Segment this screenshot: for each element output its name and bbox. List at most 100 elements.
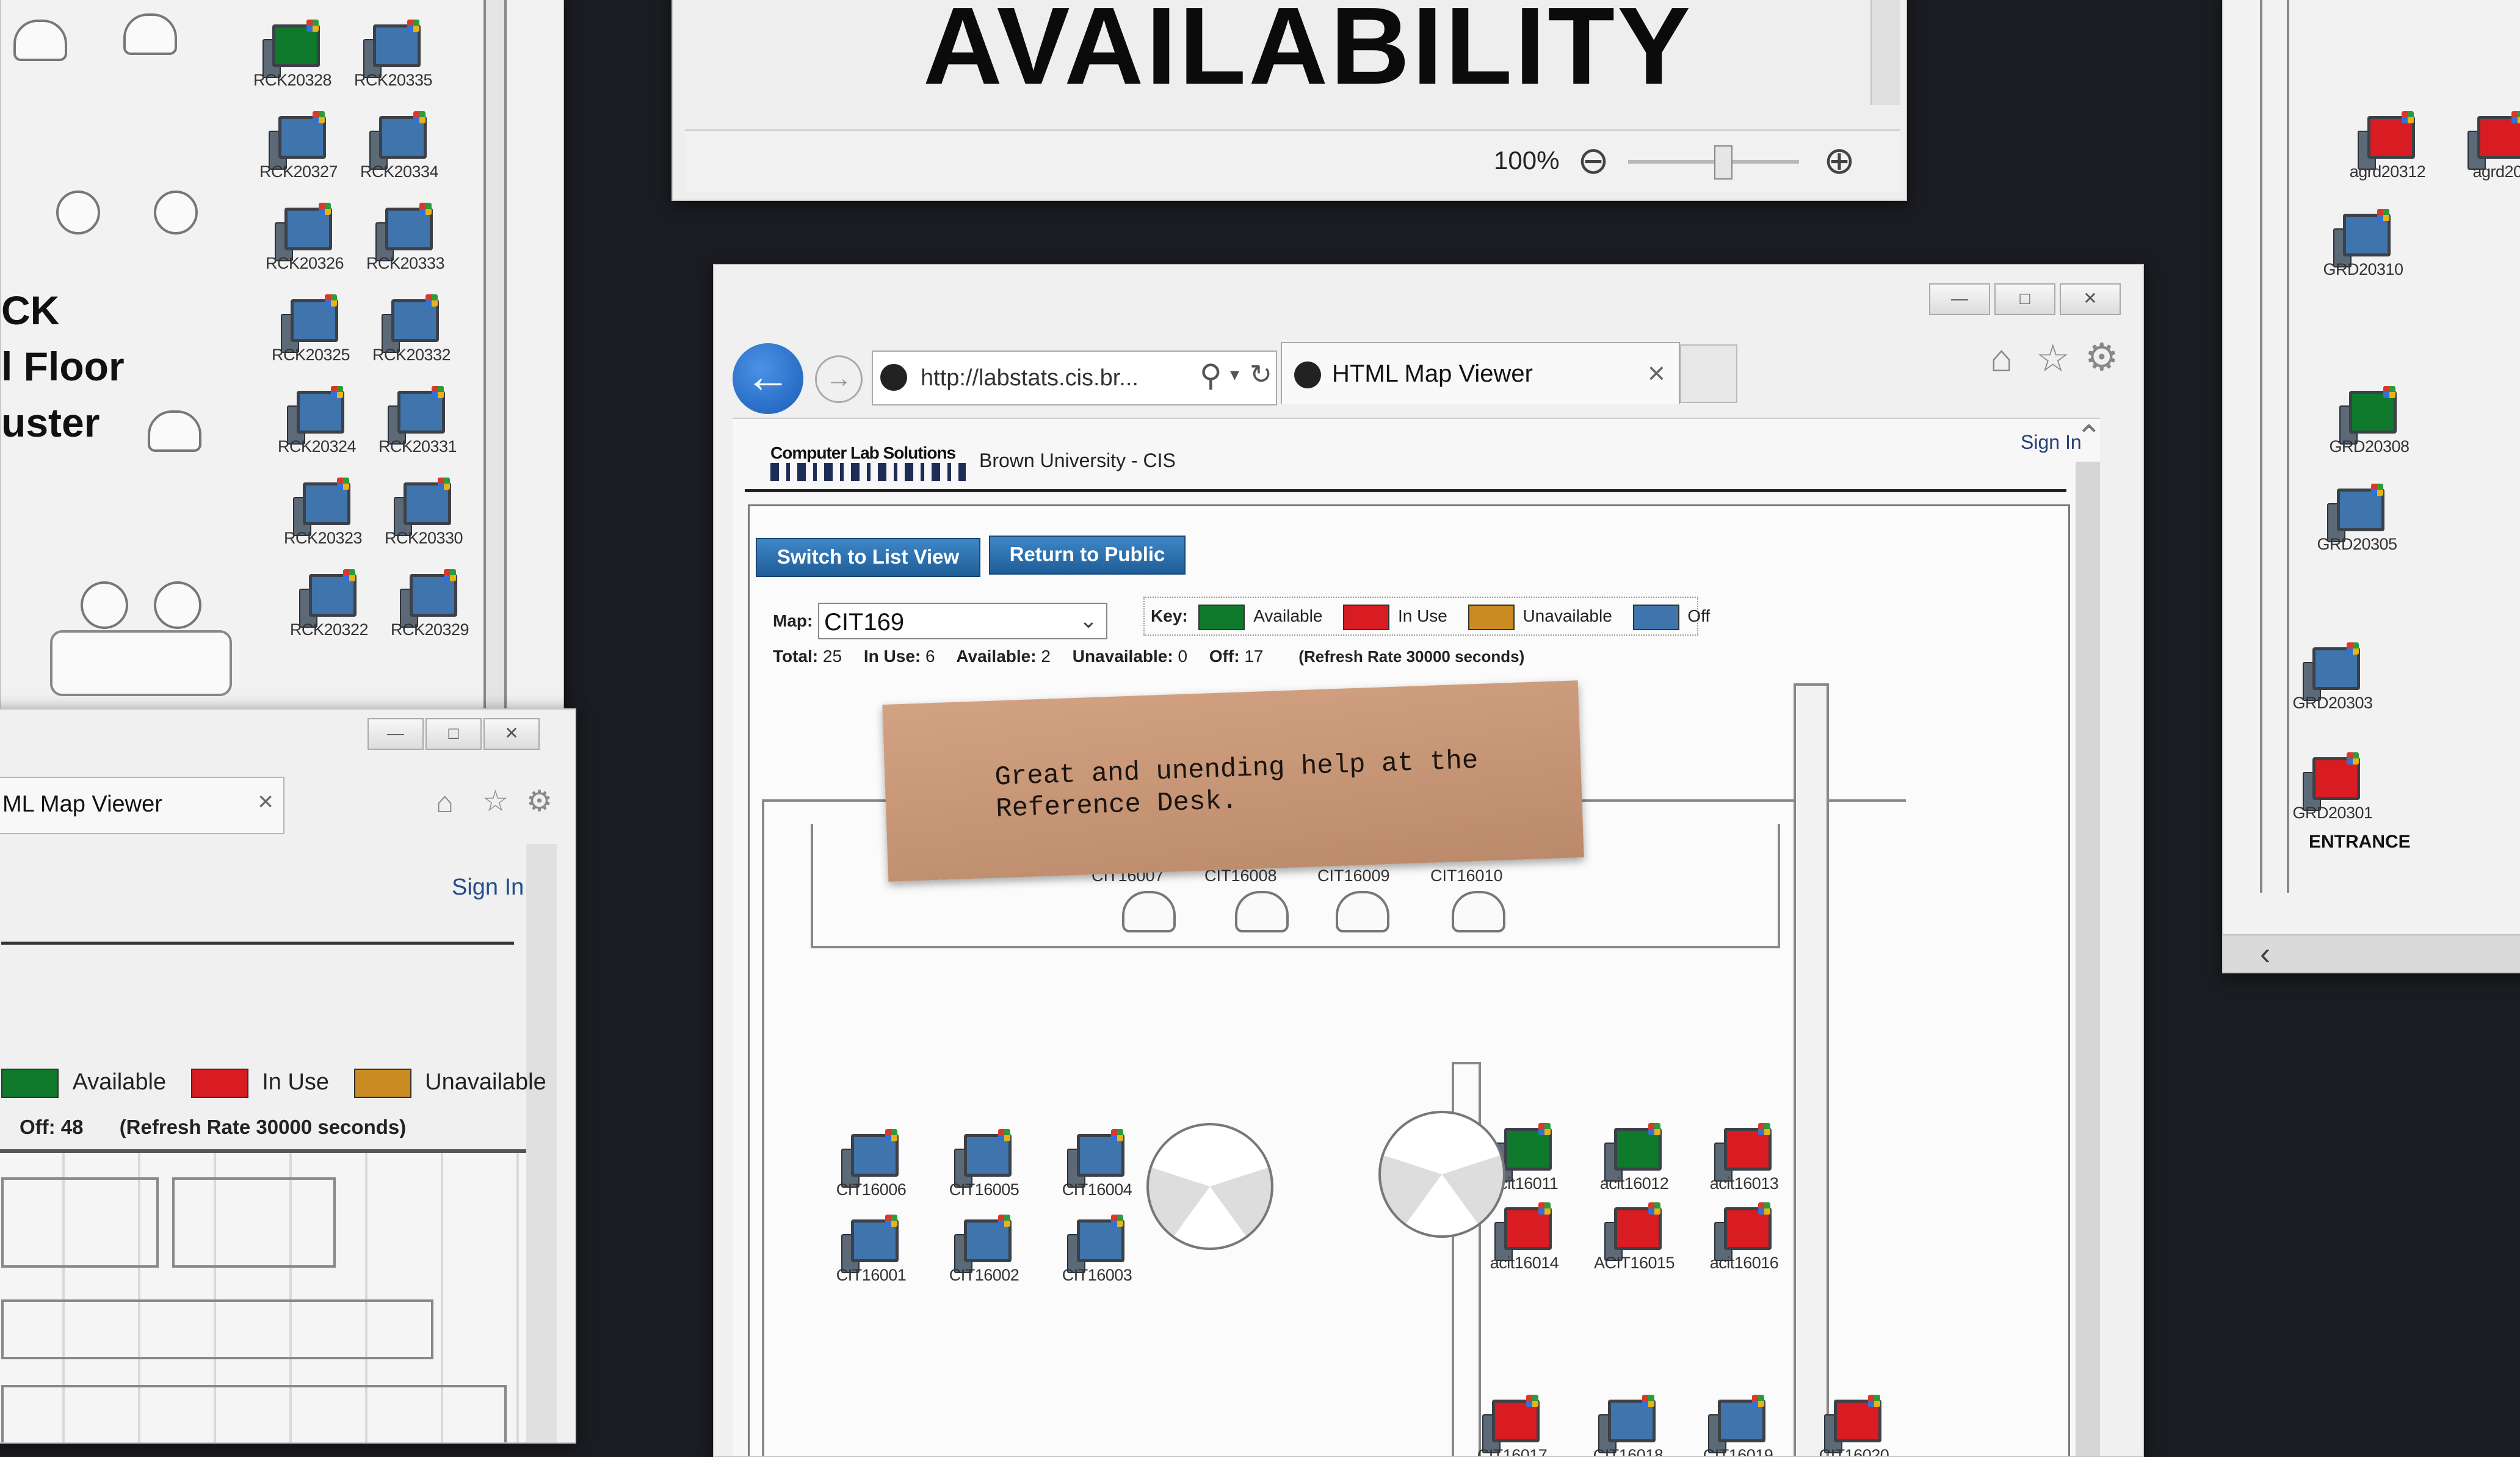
computer-station[interactable]: acit16016 <box>1710 1202 1779 1274</box>
computer-station[interactable]: CIT16004 <box>1062 1129 1132 1201</box>
computer-station[interactable]: RCK20330 <box>385 478 463 550</box>
tab-close-icon[interactable]: × <box>1648 355 1665 391</box>
computer-station[interactable]: RCK20326 <box>266 203 344 275</box>
tab-close-icon[interactable]: × <box>258 787 273 817</box>
maximize-button[interactable]: □ <box>425 718 482 750</box>
legend-available-label: Available <box>72 1069 167 1095</box>
computer-station[interactable]: CIT16019 <box>1703 1395 1773 1456</box>
favorites-icon[interactable]: ☆ <box>2036 336 2070 380</box>
settings-icon[interactable]: ⚙ <box>526 784 552 818</box>
computer-station[interactable]: GRD20303 <box>2292 642 2373 714</box>
station-label: CIT16001 <box>836 1266 907 1284</box>
computer-station[interactable]: CIT16003 <box>1062 1215 1132 1287</box>
settings-icon[interactable]: ⚙ <box>2085 335 2119 379</box>
computer-station[interactable]: RCK20334 <box>360 111 439 183</box>
availability-scrollbar[interactable] <box>1870 0 1900 105</box>
computer-station[interactable]: RCK20332 <box>372 294 451 366</box>
legend-row: Available In Use Unavailable <box>1 1069 546 1098</box>
computer-station[interactable]: CIT16002 <box>949 1215 1019 1287</box>
switch-to-list-view-button[interactable]: Switch to List View <box>756 538 980 577</box>
chevron-down-icon[interactable]: ⌄ <box>1079 608 1098 633</box>
dropdown-icon[interactable]: ▾ <box>1230 364 1239 385</box>
legend-in-use-label: In Use <box>1397 606 1447 625</box>
station-label: CIT16006 <box>836 1180 907 1199</box>
collapse-icon[interactable]: ⌃ <box>2076 419 2102 456</box>
computer-station[interactable]: GRD20305 <box>2317 484 2397 556</box>
left-map-chair <box>56 191 100 234</box>
station-label: acit16013 <box>1709 1174 1779 1193</box>
maximize-button[interactable]: □ <box>1994 283 2055 315</box>
computer-station[interactable]: RCK20328 <box>253 20 332 92</box>
station-label: CIT16019 <box>1703 1446 1773 1457</box>
windows-logo-icon <box>2383 386 2395 398</box>
zoom-out-icon[interactable]: ⊖ <box>1577 138 1609 183</box>
off-label: Off: <box>1209 647 1240 666</box>
browser-tab[interactable]: ML Map Viewer × <box>0 777 284 834</box>
favorites-icon[interactable]: ☆ <box>482 784 509 818</box>
home-icon[interactable]: ⌂ <box>1990 337 2013 380</box>
search-icon[interactable]: ⚲ <box>1200 358 1222 393</box>
windows-logo-icon <box>1752 1395 1764 1407</box>
forward-button[interactable]: → <box>815 355 863 403</box>
sign-in-link[interactable]: Sign In <box>2021 431 2082 454</box>
scroll-left-icon[interactable]: ‹ <box>2260 936 2270 972</box>
plan-chair <box>1235 891 1289 932</box>
sign-in-link[interactable]: Sign In <box>452 874 524 901</box>
address-bar[interactable]: http://labstats.cis.br... ⚲ ▾ ↻ <box>872 351 1277 405</box>
computer-station[interactable]: CIT16018 <box>1593 1395 1664 1456</box>
minimize-button[interactable]: — <box>368 718 424 750</box>
computer-station[interactable]: acit16013 <box>1710 1123 1779 1195</box>
vertical-scrollbar[interactable] <box>2076 462 2100 1456</box>
computer-station[interactable]: CIT16001 <box>836 1215 907 1287</box>
computer-station[interactable]: RCK20324 <box>278 386 357 458</box>
computer-station[interactable]: GRD20308 <box>2329 386 2410 458</box>
windows-logo-icon <box>419 203 432 215</box>
right-horizontal-scrollbar[interactable]: ‹ <box>2223 934 2520 972</box>
close-button[interactable]: ✕ <box>2060 283 2121 315</box>
computer-station[interactable]: CIT16020 <box>1819 1395 1889 1456</box>
refresh-icon[interactable]: ↻ <box>1250 359 1272 390</box>
vertical-scrollbar[interactable] <box>526 844 557 1442</box>
computer-station[interactable]: RCK20322 <box>290 569 369 641</box>
computer-station[interactable]: agrd20 <box>2468 111 2520 183</box>
computer-station[interactable]: RCK20327 <box>259 111 338 183</box>
computer-station[interactable]: CIT16017 <box>1477 1395 1548 1456</box>
computer-station[interactable]: agrd20312 <box>2350 111 2426 183</box>
home-icon[interactable]: ⌂ <box>436 786 454 819</box>
availability-heading: AVAILABILITY <box>923 0 1693 107</box>
off-count: Off: 48 <box>20 1116 84 1138</box>
minimize-button[interactable]: — <box>1929 283 1990 315</box>
computer-station[interactable]: ACIT16015 <box>1594 1202 1675 1274</box>
computer-station[interactable]: RCK20329 <box>391 569 469 641</box>
computer-station[interactable]: RCK20325 <box>272 294 350 366</box>
computer-station[interactable]: RCK20323 <box>284 478 363 550</box>
map-label: Map: <box>773 611 813 630</box>
close-button[interactable]: ✕ <box>483 718 540 750</box>
computer-station[interactable]: GRD20301 <box>2292 752 2373 824</box>
return-to-public-button[interactable]: Return to Public <box>989 536 1186 575</box>
computer-station[interactable]: GRD20310 <box>2323 209 2403 281</box>
left-map-title: CK l Floor uster <box>1 282 125 451</box>
computer-station[interactable]: RCK20331 <box>378 386 457 458</box>
zoom-in-icon[interactable]: ⊕ <box>1823 138 1855 183</box>
zoom-slider-thumb[interactable] <box>1714 145 1732 180</box>
windows-logo-icon <box>998 1215 1010 1227</box>
logo-text: Computer Lab Solutions <box>770 443 956 462</box>
stats-row: Off: 48 (Refresh Rate 30000 seconds) <box>20 1116 406 1139</box>
computer-station[interactable]: acit16014 <box>1490 1202 1559 1274</box>
new-tab-button[interactable] <box>1680 344 1737 403</box>
map-select[interactable]: CIT169 ⌄ <box>818 603 1107 639</box>
computer-station[interactable]: acit16012 <box>1600 1123 1669 1195</box>
legend-available-swatch <box>1 1069 59 1098</box>
computer-station[interactable]: RCK20335 <box>354 20 433 92</box>
windows-logo-icon <box>444 569 456 581</box>
zoom-slider[interactable] <box>1628 145 1799 180</box>
in-use-count: 6 <box>925 647 935 666</box>
back-button[interactable]: ← <box>733 343 803 414</box>
computer-station[interactable]: CIT16006 <box>836 1129 907 1201</box>
station-label: GRD20301 <box>2292 804 2373 822</box>
computer-station[interactable]: RCK20333 <box>366 203 445 275</box>
address-text[interactable]: http://labstats.cis.br... <box>921 365 1139 391</box>
computer-station[interactable]: CIT16005 <box>949 1129 1019 1201</box>
browser-tab[interactable]: HTML Map Viewer × <box>1281 342 1680 404</box>
